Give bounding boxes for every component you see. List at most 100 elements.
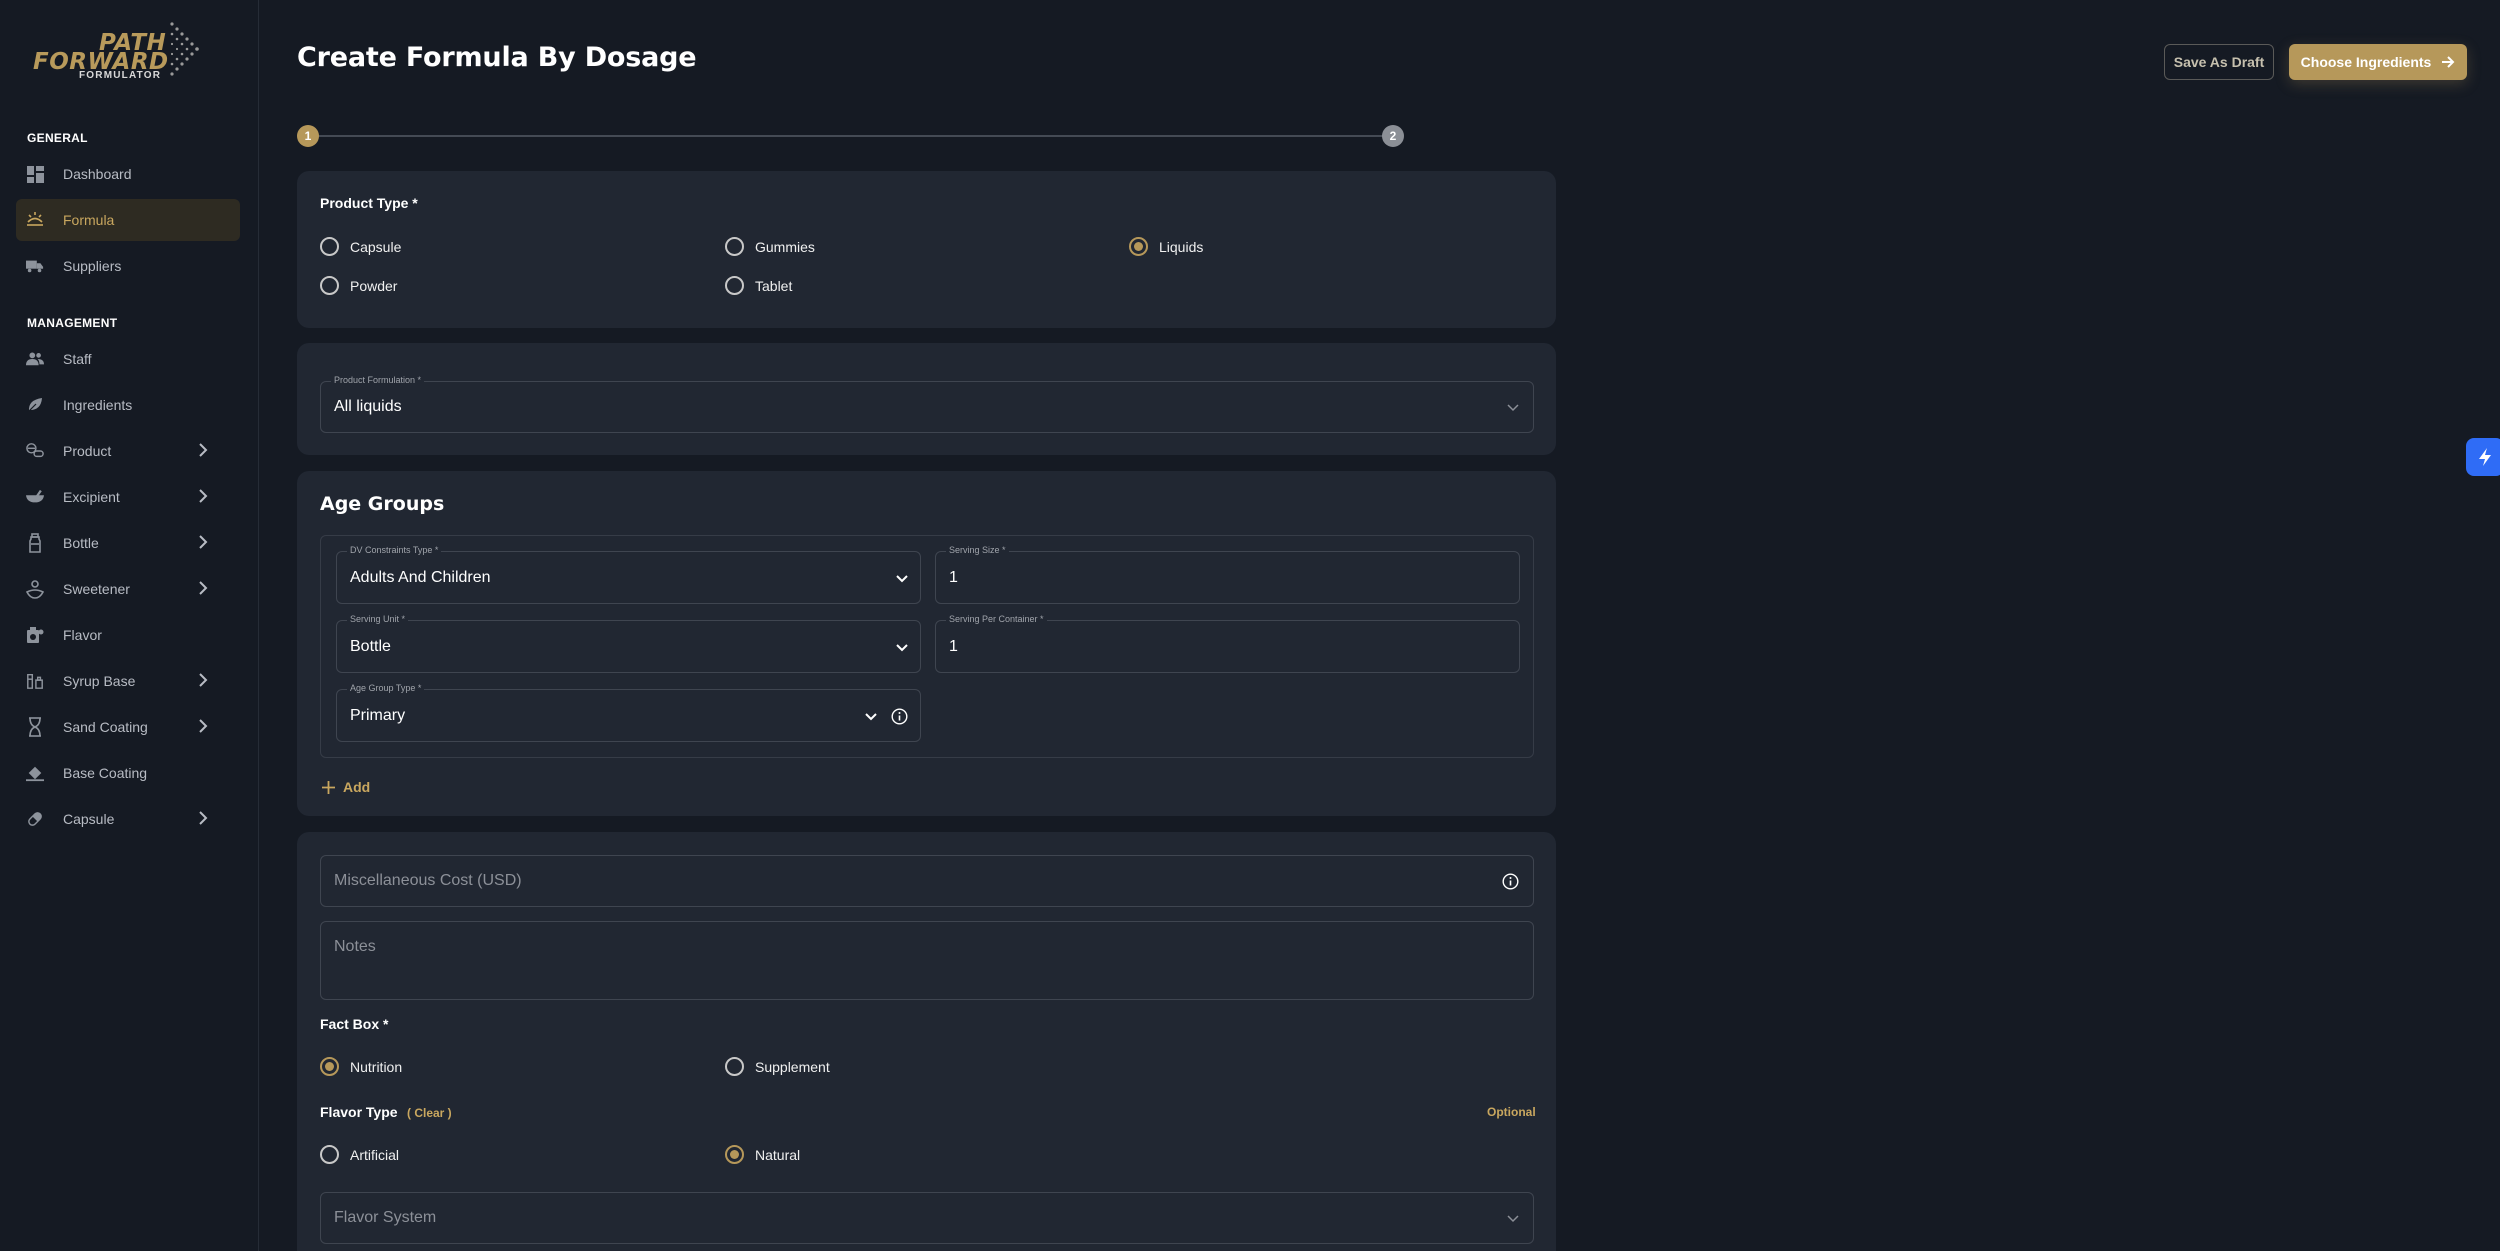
- sidebar-item-label: Formula: [63, 212, 115, 228]
- sidebar-item-capsule[interactable]: Capsule: [16, 798, 240, 840]
- sidebar-item-label: Capsule: [63, 811, 115, 827]
- flavor-type-label: Flavor Type: [320, 1104, 398, 1120]
- radio-powder[interactable]: Powder: [320, 276, 397, 295]
- chevron-down-icon: [1507, 1215, 1519, 1223]
- radio-label: Nutrition: [350, 1058, 403, 1075]
- sidebar-item-label: Sweetener: [63, 581, 130, 597]
- sidebar-item-label: Staff: [63, 351, 92, 367]
- radio-capsule[interactable]: Capsule: [320, 237, 401, 256]
- radio-tablet[interactable]: Tablet: [725, 276, 792, 295]
- radio-label: Artificial: [350, 1146, 400, 1163]
- chevron-down-icon: [865, 713, 877, 721]
- pills-icon: [26, 442, 44, 460]
- sidebar-item-base-coating[interactable]: Base Coating: [16, 752, 240, 794]
- radio-dot: [725, 1057, 744, 1076]
- chevron-right-icon: [199, 673, 208, 687]
- sidebar-item-formula[interactable]: Formula: [16, 199, 240, 241]
- sidebar-item-label: Dashboard: [63, 166, 132, 182]
- clear-flavor-type-link[interactable]: ( Clear ): [407, 1106, 452, 1120]
- radio-dot: [320, 237, 339, 256]
- leaf-icon: [26, 396, 44, 414]
- stepper-line: [308, 135, 1392, 137]
- brand-logo[interactable]: PATH FORWARD FORMULATOR: [33, 20, 213, 82]
- arrow-dots-icon: [170, 22, 199, 76]
- age-group-entry: DV Constraints Type * Adults And Childre…: [320, 535, 1534, 758]
- field-value: Primary: [350, 707, 406, 724]
- stepper-step-2[interactable]: 2: [1382, 125, 1404, 147]
- chevron-down-icon: [896, 575, 908, 583]
- sidebar-item-staff[interactable]: Staff: [16, 338, 240, 380]
- coating-icon: [26, 764, 44, 782]
- chevron-right-icon: [199, 489, 208, 503]
- age-group-type-select[interactable]: Age Group Type * Primary: [336, 683, 921, 742]
- info-icon[interactable]: [1502, 873, 1519, 890]
- sidebar-item-excipient[interactable]: Excipient: [16, 476, 240, 518]
- radio-label: Capsule: [350, 238, 402, 255]
- flavor-icon: [26, 626, 44, 644]
- radio-artificial[interactable]: Artificial: [320, 1145, 399, 1164]
- serving-per-container-input[interactable]: Serving Per Container * 1: [935, 614, 1520, 673]
- radio-dot: [320, 1145, 339, 1164]
- dv-constraints-select[interactable]: DV Constraints Type * Adults And Childre…: [336, 545, 921, 604]
- sidebar-item-bottle[interactable]: Bottle: [16, 522, 240, 564]
- field-value: 1: [949, 638, 958, 655]
- syrup-icon: [26, 672, 44, 690]
- chevron-right-icon: [199, 719, 208, 733]
- chevron-right-icon: [199, 581, 208, 595]
- sidebar-item-flavor[interactable]: Flavor: [16, 614, 240, 656]
- radio-dot: [320, 1057, 339, 1076]
- product-formulation-select[interactable]: Product Formulation * All liquids: [320, 375, 1534, 433]
- chevron-right-icon: [199, 535, 208, 549]
- field-placeholder: Miscellaneous Cost (USD): [334, 872, 522, 889]
- field-label: Age Group Type *: [347, 683, 425, 693]
- radio-liquids[interactable]: Liquids: [1129, 237, 1203, 256]
- serving-size-input[interactable]: Serving Size * 1: [935, 545, 1520, 604]
- sidebar-item-label: Product: [63, 443, 112, 459]
- radio-gummies[interactable]: Gummies: [725, 237, 815, 256]
- mortar-icon: [26, 488, 44, 506]
- field-label: Serving Per Container *: [946, 614, 1047, 624]
- age-groups-card: Age Groups DV Constraints Type * Adults …: [297, 471, 1556, 816]
- sidebar-item-sand-coating[interactable]: Sand Coating: [16, 706, 240, 748]
- sidebar-item-label: Sand Coating: [63, 719, 148, 735]
- save-draft-button[interactable]: Save As Draft: [2164, 44, 2274, 80]
- radio-natural[interactable]: Natural: [725, 1145, 800, 1164]
- sweetener-icon: [26, 580, 44, 599]
- choose-ingredients-label: Choose Ingredients: [2300, 54, 2432, 70]
- sidebar-item-product[interactable]: Product: [16, 430, 240, 472]
- radio-label: Tablet: [755, 277, 793, 294]
- add-age-group-button[interactable]: Add: [322, 779, 370, 795]
- fact-box-label: Fact Box *: [320, 1016, 389, 1032]
- misc-cost-input[interactable]: Miscellaneous Cost (USD): [320, 855, 1534, 907]
- radio-supplement[interactable]: Supplement: [725, 1057, 830, 1076]
- sidebar-item-syrup-base[interactable]: Syrup Base: [16, 660, 240, 702]
- field-placeholder: Notes: [334, 938, 376, 955]
- sidebar-item-label: Excipient: [63, 489, 120, 505]
- chevron-down-icon: [896, 644, 908, 652]
- lightning-icon: [2479, 448, 2491, 466]
- info-icon[interactable]: [891, 708, 908, 725]
- arrow-right-icon: [2442, 56, 2455, 68]
- truck-icon: [26, 257, 44, 275]
- radio-nutrition[interactable]: Nutrition: [320, 1057, 402, 1076]
- serving-unit-select[interactable]: Serving Unit * Bottle: [336, 614, 921, 673]
- brand-line-3: FORMULATOR: [79, 70, 162, 81]
- chevron-right-icon: [199, 811, 208, 825]
- formula-icon: [26, 211, 44, 229]
- flavor-system-select[interactable]: Flavor System: [320, 1192, 1534, 1244]
- notes-textarea[interactable]: Notes: [320, 921, 1534, 1000]
- age-groups-title: Age Groups: [320, 493, 445, 515]
- sidebar-item-sweetener[interactable]: Sweetener: [16, 568, 240, 610]
- sidebar-item-dashboard[interactable]: Dashboard: [16, 153, 240, 195]
- hourglass-icon: [26, 717, 44, 737]
- radio-dot: [725, 1145, 744, 1164]
- sidebar-item-ingredients[interactable]: Ingredients: [16, 384, 240, 426]
- field-label: Serving Unit *: [347, 614, 409, 624]
- dashboard-icon: [26, 165, 44, 183]
- choose-ingredients-button[interactable]: Choose Ingredients: [2289, 44, 2467, 80]
- radio-label: Supplement: [755, 1058, 830, 1075]
- product-formulation-card: Product Formulation * All liquids: [297, 343, 1556, 455]
- floating-assistant-button[interactable]: [2466, 438, 2500, 476]
- sidebar-item-label: Ingredients: [63, 397, 133, 413]
- sidebar-item-suppliers[interactable]: Suppliers: [16, 245, 240, 287]
